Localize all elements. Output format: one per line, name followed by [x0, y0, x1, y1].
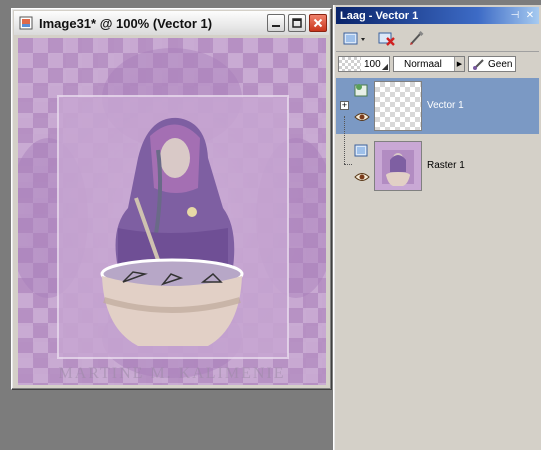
brush-mask-icon — [473, 59, 484, 70]
layer-thumbnail — [374, 141, 422, 191]
opacity-value: 100 — [364, 58, 381, 70]
maximize-icon — [292, 18, 302, 28]
blend-mode-select[interactable]: Normaal ▶ — [393, 56, 465, 72]
artwork-watermark: MARTINE M. KALIMENIE — [58, 365, 285, 382]
blend-dropdown-arrow-icon[interactable]: ▶ — [454, 57, 464, 71]
layer-name: Vector 1 — [427, 100, 464, 111]
brush-icon — [410, 30, 424, 45]
opacity-field[interactable]: 100 ◢ — [338, 56, 390, 72]
expand-toggle[interactable]: + — [340, 101, 349, 110]
layer-row-vector-1[interactable]: + Vector 1 — [336, 78, 539, 134]
image-canvas[interactable]: MARTINE M. KALIMENIE — [18, 38, 326, 385]
maximize-button[interactable] — [288, 14, 306, 32]
close-icon — [313, 18, 323, 28]
blend-mode-value: Normaal — [404, 58, 442, 70]
layer-list: + Vector 1 Raster 1 — [336, 78, 539, 450]
image-window-titlebar[interactable]: Image31* @ 100% (Vector 1) — [14, 11, 329, 35]
layer-row-raster-1[interactable]: Raster 1 — [336, 138, 539, 194]
link-mask-button[interactable]: Geen — [468, 56, 517, 72]
raster-layer-icon — [354, 142, 370, 158]
vector-layer-icon — [354, 82, 370, 98]
close-button[interactable] — [309, 14, 327, 32]
layers-palette-title: Laag - Vector 1 — [340, 9, 419, 22]
image-window-title: Image31* @ 100% (Vector 1) — [39, 15, 213, 31]
new-layer-icon — [343, 32, 365, 44]
delete-layer-button[interactable] — [374, 28, 400, 50]
minimize-icon — [272, 25, 280, 27]
cauldron — [100, 258, 244, 346]
delete-layer-icon — [378, 32, 395, 46]
layer-thumbnail — [374, 81, 422, 131]
image-document-icon — [18, 15, 34, 31]
palette-close-icon[interactable]: ✕ — [524, 10, 536, 22]
layers-toolbar — [336, 26, 539, 52]
opacity-spinner-icon[interactable]: ◢ — [382, 62, 388, 71]
mask-label: Geen — [488, 58, 513, 70]
visibility-eye-icon[interactable] — [354, 112, 370, 125]
pin-icon[interactable]: ⊣ — [509, 10, 521, 22]
canvas-artwork: MARTINE M. KALIMENIE — [18, 38, 326, 385]
new-layer-button[interactable] — [340, 28, 370, 50]
opacity-swatch — [339, 57, 361, 71]
edit-selection-button[interactable] — [404, 28, 430, 50]
image-window[interactable]: Image31* @ 100% (Vector 1) MARTINE M. KA… — [11, 8, 332, 390]
layers-palette-titlebar[interactable]: Laag - Vector 1 ⊣ ✕ — [336, 7, 539, 24]
minimize-button[interactable] — [267, 14, 285, 32]
layers-palette: Laag - Vector 1 ⊣ ✕ 100 ◢ Normaal ▶ Geen — [333, 5, 541, 450]
layer-properties-row: 100 ◢ Normaal ▶ Geen — [336, 54, 539, 74]
layer-name: Raster 1 — [427, 160, 465, 171]
visibility-eye-icon[interactable] — [354, 172, 370, 185]
